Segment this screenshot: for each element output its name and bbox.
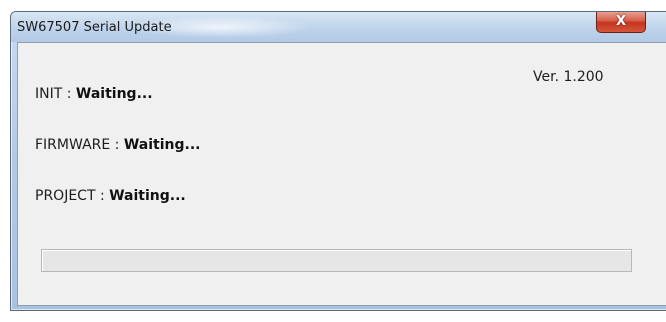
version-label: Ver. 1.200: [533, 69, 604, 85]
firmware-status-row: FIRMWARE : Waiting...: [35, 137, 200, 153]
project-label: PROJECT :: [35, 188, 110, 204]
window-title: SW67507 Serial Update: [17, 20, 172, 35]
init-status-row: INIT : Waiting...: [35, 86, 153, 102]
init-label: INIT :: [35, 86, 76, 102]
close-button[interactable]: X: [596, 12, 646, 33]
init-value: Waiting...: [75, 86, 153, 102]
firmware-value: Waiting...: [123, 137, 201, 153]
close-icon: X: [615, 14, 627, 29]
firmware-label: FIRMWARE :: [35, 137, 124, 153]
project-value: Waiting...: [109, 188, 186, 204]
project-status-row: PROJECT : Waiting...: [35, 188, 186, 204]
title-bar[interactable]: SW67507 Serial Update X: [11, 12, 666, 42]
progress-bar: [41, 249, 632, 272]
